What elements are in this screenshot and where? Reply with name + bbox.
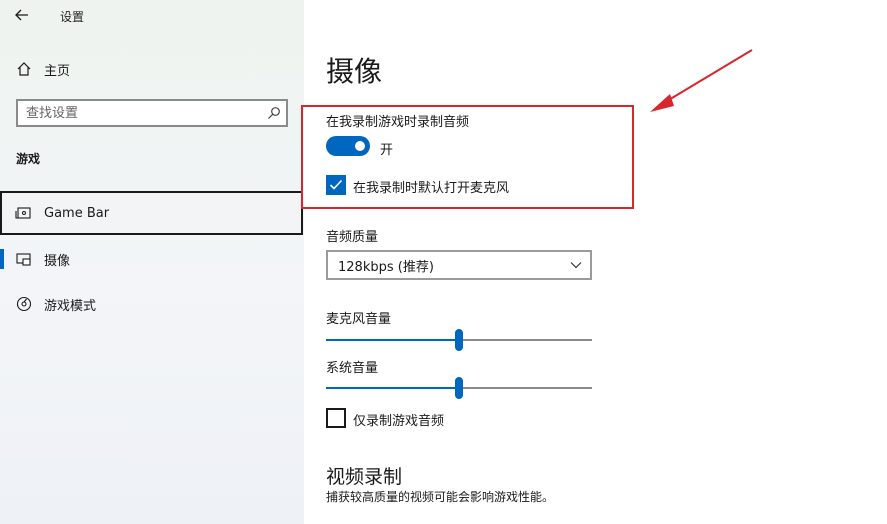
video-recording-heading: 视频录制	[326, 466, 403, 488]
search-input[interactable]	[18, 101, 262, 125]
back-arrow-icon	[15, 9, 28, 21]
sidebar-item-game-bar[interactable]: Game Bar	[0, 191, 303, 235]
search-box[interactable]	[16, 99, 288, 127]
page-title: 摄像	[326, 55, 383, 88]
game-mode-icon	[14, 294, 34, 314]
dropdown-value: 128kbps (推荐)	[338, 259, 434, 275]
toggle-state-label: 开	[380, 143, 394, 158]
sidebar-item-home[interactable]: 主页	[0, 51, 304, 87]
mic-default-label: 在我录制时默认打开麦克风	[353, 181, 510, 196]
title-bar: 设置	[0, 0, 304, 32]
sidebar-item-label: 主页	[44, 63, 71, 79]
video-recording-description: 捕获较高质量的视频可能会影响游戏性能。	[326, 490, 555, 504]
sidebar-item-label: 摄像	[44, 253, 71, 269]
checkmark-icon	[329, 179, 343, 190]
search-icon[interactable]	[262, 102, 286, 124]
sidebar: 设置 主页 游戏	[0, 0, 304, 524]
slider-fill	[326, 339, 459, 341]
toggle-knob	[355, 141, 365, 151]
back-button[interactable]	[10, 5, 34, 25]
record-audio-toggle[interactable]	[326, 136, 370, 156]
audio-quality-dropdown[interactable]: 128kbps (推荐)	[326, 250, 592, 280]
settings-window: 设置 主页 游戏	[0, 0, 887, 524]
main-content: 摄像 在我录制游戏时录制音频 开 在我录制时默认打开麦克风 音频质量 128kb…	[301, 0, 887, 524]
audio-quality-label: 音频质量	[326, 230, 379, 245]
chevron-down-icon	[570, 261, 582, 269]
slider-fill	[326, 387, 459, 389]
game-audio-only-checkbox[interactable]	[326, 408, 346, 428]
game-audio-only-label: 仅录制游戏音频	[353, 414, 445, 429]
record-audio-label: 在我录制游戏时录制音频	[326, 115, 470, 130]
mic-default-checkbox[interactable]	[326, 175, 346, 195]
sidebar-item-label: 游戏模式	[44, 298, 97, 314]
window-title: 设置	[60, 10, 85, 24]
slider-thumb[interactable]	[455, 377, 463, 399]
sidebar-item-capture[interactable]: 摄像	[0, 241, 304, 277]
sidebar-item-game-mode[interactable]: 游戏模式	[0, 286, 304, 322]
system-volume-label: 系统音量	[326, 361, 379, 376]
section-heading-gaming: 游戏	[16, 152, 41, 166]
mic-volume-slider[interactable]	[326, 328, 592, 352]
sidebar-item-label: Game Bar	[44, 205, 110, 221]
game-bar-icon	[14, 203, 34, 223]
system-volume-slider[interactable]	[326, 376, 592, 400]
mic-volume-label: 麦克风音量	[326, 312, 392, 327]
slider-thumb[interactable]	[455, 329, 463, 351]
home-icon	[14, 59, 34, 79]
capture-icon	[14, 249, 34, 269]
annotation-arrow	[650, 49, 753, 112]
